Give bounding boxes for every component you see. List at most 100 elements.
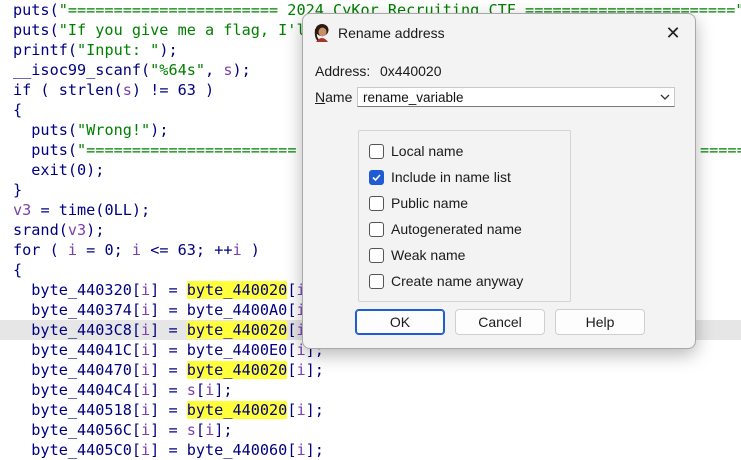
variable-token[interactable]: i xyxy=(141,301,150,319)
option-local-name-checkbox[interactable]: Local name xyxy=(369,142,565,162)
code-token: puts( xyxy=(13,141,78,159)
variable-token[interactable]: i xyxy=(141,321,150,339)
code-token: ) xyxy=(241,241,260,259)
string-literal: "If you give me a flag, I'l xyxy=(58,21,306,39)
string-literal: "Input: " xyxy=(77,41,160,59)
variable-token[interactable]: s xyxy=(123,81,132,99)
variable-token[interactable]: i xyxy=(297,361,306,379)
string-literal: "%64s" xyxy=(150,61,206,79)
rename-address-dialog: Rename address ✕ Address: 0x440020 Name … xyxy=(302,13,696,349)
variable-token[interactable]: s xyxy=(187,421,196,439)
code-token: [ xyxy=(287,401,297,419)
chevron-down-icon[interactable] xyxy=(659,90,671,104)
help-button[interactable]: Help xyxy=(555,309,645,335)
ok-button[interactable]: OK xyxy=(355,309,445,335)
highlighted-symbol[interactable]: byte_440020 xyxy=(186,361,288,379)
variable-token[interactable]: v3 xyxy=(13,201,31,219)
variable-token[interactable]: s xyxy=(187,381,196,399)
code-line-text: srand(v3); xyxy=(13,220,104,240)
variable-token[interactable]: i xyxy=(205,421,214,439)
code-line-text: byte_44041C[i] = byte_4400E0[i]; xyxy=(13,340,324,360)
code-token: , xyxy=(205,61,224,79)
code-token: ]; xyxy=(305,361,324,379)
option-weak-name-checkbox[interactable]: Weak name xyxy=(369,246,565,266)
checkbox-box[interactable] xyxy=(369,196,384,211)
code-line[interactable]: byte_440470[i] = byte_440020[i]; xyxy=(0,360,741,380)
cancel-button[interactable]: Cancel xyxy=(455,309,545,335)
checkbox-box[interactable] xyxy=(369,144,384,159)
code-line-text: byte_44056C[i] = s[i]; xyxy=(13,420,233,440)
code-line[interactable]: byte_4405C0[i] = byte_440060[i]; xyxy=(0,440,741,460)
option-create-name-anyway-checkbox[interactable]: Create name anyway xyxy=(369,272,565,292)
variable-token[interactable]: v3 xyxy=(68,221,86,239)
variable-token[interactable]: i xyxy=(296,441,305,459)
code-token: [ xyxy=(287,321,297,339)
code-token: byte_4405C0[ xyxy=(13,441,142,459)
variable-token[interactable]: i xyxy=(141,441,150,459)
code-token: byte_440470[ xyxy=(13,361,142,379)
code-token: byte_440518[ xyxy=(13,401,142,419)
variable-token[interactable]: i xyxy=(205,381,214,399)
option-public-name-checkbox[interactable]: Public name xyxy=(369,194,565,214)
code-token: ] = xyxy=(150,381,187,399)
address-label: Address: xyxy=(315,63,371,79)
dialog-title: Rename address xyxy=(338,25,445,41)
variable-token[interactable]: i xyxy=(141,281,150,299)
code-token: byte_44056C[ xyxy=(13,421,142,439)
string-literal: "======================= xyxy=(77,141,297,159)
code-token: byte_440374[ xyxy=(13,301,142,319)
code-line-text: byte_440518[i] = byte_440020[i]; xyxy=(13,400,324,420)
checkbox-box[interactable] xyxy=(369,248,384,263)
option-autogenerated-name-checkbox[interactable]: Autogenerated name xyxy=(369,220,565,240)
code-line-text: for ( i = 0; i <= 63; ++i ) xyxy=(13,240,260,260)
code-token: ] = byte_440060[ xyxy=(150,441,297,459)
code-line-text: { xyxy=(13,260,22,280)
variable-token[interactable]: i xyxy=(141,361,150,379)
code-line[interactable]: byte_44056C[i] = s[i]; xyxy=(0,420,741,440)
name-combobox-input[interactable] xyxy=(357,87,675,107)
variable-token[interactable]: i xyxy=(141,421,150,439)
highlighted-symbol[interactable]: byte_440020 xyxy=(186,401,288,419)
checkmark-icon[interactable] xyxy=(369,170,384,185)
option-label: Local name xyxy=(391,143,464,159)
option-label: Create name anyway xyxy=(391,273,524,289)
code-line-text: puts("If you give me a flag, I'l xyxy=(13,20,306,40)
variable-token[interactable]: i xyxy=(68,241,77,259)
variable-token[interactable]: i xyxy=(141,401,150,419)
code-token: printf( xyxy=(13,41,78,59)
code-token: ); xyxy=(159,41,178,59)
checkbox-box[interactable] xyxy=(369,222,384,237)
variable-token[interactable]: i xyxy=(132,241,141,259)
code-token: ] = byte_4400A0[ xyxy=(150,301,297,319)
highlighted-symbol[interactable]: byte_440020 xyxy=(186,321,288,339)
code-token: = 0; xyxy=(77,241,132,259)
close-icon[interactable]: ✕ xyxy=(659,20,687,46)
code-token: if ( strlen( xyxy=(13,81,123,99)
code-token: srand( xyxy=(13,221,68,239)
dialog-titlebar[interactable]: Rename address ✕ xyxy=(303,14,695,52)
variable-token[interactable]: i xyxy=(141,341,150,359)
code-line[interactable]: byte_440518[i] = byte_440020[i]; xyxy=(0,400,741,420)
option-include-in-name-list-checkbox[interactable]: Include in name list xyxy=(369,168,565,188)
code-token: [ xyxy=(287,361,297,379)
code-token: [ xyxy=(195,381,206,399)
code-line-text: byte_440470[i] = byte_440020[i]; xyxy=(13,360,324,380)
code-line[interactable]: byte_4404C4[i] = s[i]; xyxy=(0,380,741,400)
variable-token[interactable]: i xyxy=(297,401,306,419)
code-line-text: byte_4403C8[i] = byte_440020[i xyxy=(13,320,306,340)
checkbox-box[interactable] xyxy=(369,274,384,289)
code-token: puts( xyxy=(13,1,59,19)
variable-token[interactable]: i xyxy=(141,381,150,399)
code-token: ); xyxy=(150,121,169,139)
code-line-text: if ( strlen(s) != 63 ) xyxy=(13,80,214,100)
code-line-text: puts("======================= xyxy=(13,140,296,160)
highlighted-symbol[interactable]: byte_440020 xyxy=(186,281,288,299)
string-literal: "Wrong!" xyxy=(77,121,151,139)
variable-token[interactable]: i xyxy=(233,241,242,259)
code-line-text: byte_440320[i] = byte_440020[i xyxy=(13,280,306,300)
code-token: ]; xyxy=(214,421,233,439)
code-token: ]; xyxy=(305,441,324,459)
code-token: ] = xyxy=(150,421,187,439)
code-token: puts( xyxy=(13,21,59,39)
code-token: ] = byte_4400E0[ xyxy=(150,341,297,359)
